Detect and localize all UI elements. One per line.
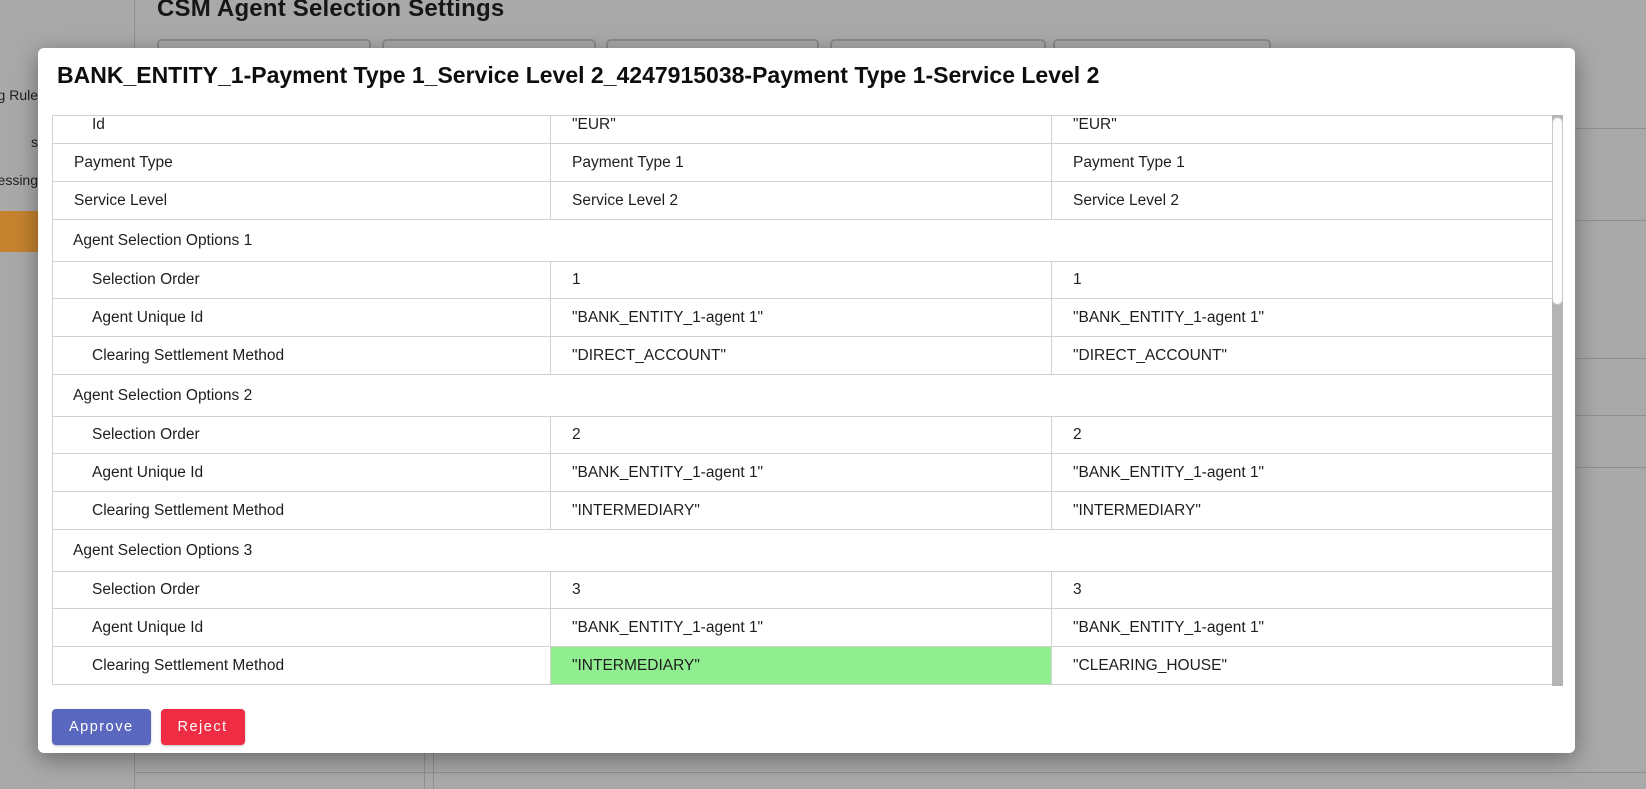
table-scrollbar-track[interactable] bbox=[1552, 115, 1563, 686]
table-row: Clearing Settlement Method"INTERMEDIARY"… bbox=[53, 492, 1553, 530]
row-label: Id bbox=[53, 115, 551, 144]
bg-page-title: CSM Agent Selection Settings bbox=[157, 0, 504, 23]
cell-left-value: "BANK_ENTITY_1-agent 1" bbox=[551, 299, 1052, 337]
row-label: Agent Unique Id bbox=[53, 299, 551, 337]
section-row: Agent Selection Options 2 bbox=[53, 375, 1553, 417]
table-row: Agent Unique Id"BANK_ENTITY_1-agent 1""B… bbox=[53, 299, 1553, 337]
cell-right-value: "INTERMEDIARY" bbox=[1052, 492, 1553, 530]
table-row: Clearing Settlement Method"DIRECT_ACCOUN… bbox=[53, 337, 1553, 375]
modal-actions: Approve Reject bbox=[52, 709, 245, 745]
modal-title: BANK_ENTITY_1-Payment Type 1_Service Lev… bbox=[57, 62, 1099, 89]
row-label: Selection Order bbox=[53, 417, 551, 454]
cell-right-value: "CLEARING_HOUSE" bbox=[1052, 647, 1553, 685]
table-row: Agent Unique Id"BANK_ENTITY_1-agent 1""B… bbox=[53, 609, 1553, 647]
table-row: Agent Unique Id"BANK_ENTITY_1-agent 1""B… bbox=[53, 454, 1553, 492]
table-row: Selection Order22 bbox=[53, 417, 1553, 454]
diff-table: Id"EUR""EUR"Payment TypePayment Type 1Pa… bbox=[52, 115, 1552, 685]
section-label: Agent Selection Options 2 bbox=[53, 375, 1553, 417]
diff-approval-modal: BANK_ENTITY_1-Payment Type 1_Service Lev… bbox=[38, 48, 1575, 753]
cell-left-value: 3 bbox=[551, 572, 1052, 609]
row-label: Agent Unique Id bbox=[53, 454, 551, 492]
table-row: Service LevelService Level 2Service Leve… bbox=[53, 182, 1553, 220]
diff-table-viewport: Id"EUR""EUR"Payment TypePayment Type 1Pa… bbox=[52, 115, 1552, 687]
cell-left-value: "BANK_ENTITY_1-agent 1" bbox=[551, 609, 1052, 647]
reject-button[interactable]: Reject bbox=[161, 709, 245, 745]
table-row: Selection Order11 bbox=[53, 262, 1553, 299]
row-label: Selection Order bbox=[53, 262, 551, 299]
cell-left-value: "INTERMEDIARY" bbox=[551, 647, 1052, 685]
cell-right-value: "BANK_ENTITY_1-agent 1" bbox=[1052, 609, 1553, 647]
bg-sidebar-item: g Rule bbox=[0, 87, 38, 103]
cell-right-value: 2 bbox=[1052, 417, 1553, 454]
cell-right-value: Service Level 2 bbox=[1052, 182, 1553, 220]
cell-left-value: "DIRECT_ACCOUNT" bbox=[551, 337, 1052, 375]
table-row: Payment TypePayment Type 1Payment Type 1 bbox=[53, 144, 1553, 182]
cell-right-value: "EUR" bbox=[1052, 115, 1553, 144]
table-row: Selection Order33 bbox=[53, 572, 1553, 609]
section-row: Agent Selection Options 1 bbox=[53, 220, 1553, 262]
table-row: Id"EUR""EUR" bbox=[53, 115, 1553, 144]
bg-sidebar-item: s bbox=[31, 134, 38, 150]
cell-left-value: "EUR" bbox=[551, 115, 1052, 144]
section-row: Agent Selection Options 3 bbox=[53, 530, 1553, 572]
row-label: Clearing Settlement Method bbox=[53, 492, 551, 530]
bg-row-line bbox=[134, 772, 1646, 773]
cell-left-value: "BANK_ENTITY_1-agent 1" bbox=[551, 454, 1052, 492]
cell-right-value: Payment Type 1 bbox=[1052, 144, 1553, 182]
section-label: Agent Selection Options 1 bbox=[53, 220, 1553, 262]
cell-right-value: "BANK_ENTITY_1-agent 1" bbox=[1052, 454, 1553, 492]
row-label: Agent Unique Id bbox=[53, 609, 551, 647]
row-label: Selection Order bbox=[53, 572, 551, 609]
section-label: Agent Selection Options 3 bbox=[53, 530, 1553, 572]
table-row: Clearing Settlement Method"INTERMEDIARY"… bbox=[53, 647, 1553, 685]
cell-left-value: Service Level 2 bbox=[551, 182, 1052, 220]
row-label: Clearing Settlement Method bbox=[53, 647, 551, 685]
table-scrollbar-thumb[interactable] bbox=[1552, 117, 1563, 305]
cell-left-value: "INTERMEDIARY" bbox=[551, 492, 1052, 530]
cell-left-value: 1 bbox=[551, 262, 1052, 299]
cell-left-value: Payment Type 1 bbox=[551, 144, 1052, 182]
cell-right-value: "DIRECT_ACCOUNT" bbox=[1052, 337, 1553, 375]
cell-right-value: "BANK_ENTITY_1-agent 1" bbox=[1052, 299, 1553, 337]
cell-left-value: 2 bbox=[551, 417, 1052, 454]
row-label: Clearing Settlement Method bbox=[53, 337, 551, 375]
approve-button[interactable]: Approve bbox=[52, 709, 151, 745]
bg-sidebar-item: essing bbox=[0, 172, 38, 188]
row-label: Service Level bbox=[53, 182, 551, 220]
cell-right-value: 3 bbox=[1052, 572, 1553, 609]
row-label: Payment Type bbox=[53, 144, 551, 182]
cell-right-value: 1 bbox=[1052, 262, 1553, 299]
